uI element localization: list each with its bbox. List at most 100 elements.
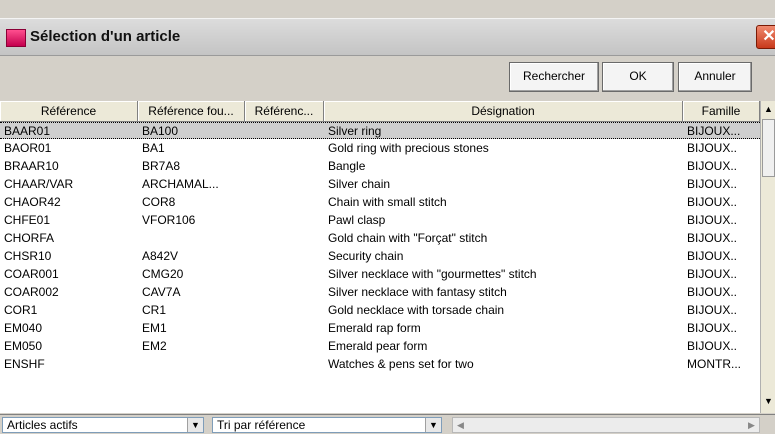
sort-select[interactable]: Tri par référence ▼ [212, 417, 442, 433]
window-title: Sélection d'un article [30, 28, 181, 45]
cell-family: BIJOUX.. [687, 213, 738, 227]
cell-family: BIJOUX.. [687, 339, 738, 353]
table-row[interactable]: BRAAR10 BR7A8 Bangle BIJOUX.. [0, 158, 760, 175]
cell-supplier-reference: ARCHAMAL... [142, 177, 219, 191]
scroll-thumb[interactable] [762, 119, 775, 177]
ok-button[interactable]: OK [602, 62, 674, 92]
cell-reference: EM040 [4, 321, 43, 335]
scroll-left-icon[interactable]: ◀ [453, 418, 468, 432]
cell-designation: Watches & pens set for two [328, 357, 474, 371]
cell-reference-extra [245, 123, 323, 140]
chevron-down-icon[interactable]: ▼ [425, 418, 441, 432]
table-row[interactable]: EM040 EM1 Emerald rap form BIJOUX.. [0, 320, 760, 337]
articles-table: Référence Référence fou... Référenc... D… [0, 101, 760, 413]
cell-reference-extra [245, 194, 323, 211]
cell-designation: Pawl clasp [328, 213, 386, 227]
cell-designation: Silver necklace with fantasy stitch [328, 285, 507, 299]
search-button[interactable]: Rechercher [509, 62, 599, 92]
table-row[interactable]: COAR002 CAV7A Silver necklace with fantasy… [0, 284, 760, 301]
cell-reference-extra [245, 158, 323, 175]
cell-supplier-reference: A842V [142, 249, 179, 263]
vertical-scrollbar[interactable]: ▲ ▼ [760, 101, 775, 413]
cell-reference-extra [245, 248, 323, 265]
cell-reference: ENSHF [4, 357, 45, 371]
table-row[interactable]: COR1 CR1 Gold necklace with torsade chain B… [0, 302, 760, 319]
cell-reference: COAR002 [4, 285, 59, 299]
table-row[interactable]: CHFE01 VFOR106 Pawl clasp BIJOUX.. [0, 212, 760, 229]
cell-designation: Silver chain [328, 177, 391, 191]
cell-family: BIJOUX.. [687, 321, 738, 335]
table-row[interactable]: COAR001 CMG20 Silver necklace with "gourme… [0, 266, 760, 283]
title-bar: Sélection d'un article ✕ [0, 18, 775, 56]
cell-reference: COR1 [4, 303, 38, 317]
cell-reference-extra [245, 176, 323, 193]
cell-family: MONTR... [687, 357, 741, 371]
cell-supplier-reference: BA100 [142, 124, 179, 138]
cell-reference-extra [245, 266, 323, 283]
cell-supplier-reference: COR8 [142, 195, 176, 209]
cell-reference-extra [245, 356, 323, 373]
cell-reference-extra [245, 338, 323, 355]
table-row[interactable]: CHAOR42 COR8 Chain with small stitch BIJOUX… [0, 194, 760, 211]
cell-family: BIJOUX.. [687, 303, 738, 317]
cell-family: BIJOUX.. [687, 141, 738, 155]
article-selection-dialog: Sélection d'un article ✕ Rechercher OK A… [0, 0, 775, 434]
cell-designation: Gold necklace with torsade chain [328, 303, 505, 317]
filter-select-value: Articles actifs [7, 418, 78, 432]
cell-family: BIJOUX.. [687, 249, 738, 263]
cell-designation: Gold ring with precious stones [328, 141, 489, 155]
chevron-down-icon[interactable]: ▼ [187, 418, 203, 432]
cell-designation: Security chain [328, 249, 404, 263]
cell-designation: Chain with small stitch [328, 195, 447, 209]
cell-reference: COAR001 [4, 267, 59, 281]
column-header-designation[interactable]: Désignation [324, 101, 683, 121]
table-row[interactable]: BAOR01 BA1 Gold ring with precious stones B… [0, 140, 760, 157]
cell-supplier-reference [138, 356, 244, 373]
scroll-down-icon[interactable]: ▼ [761, 393, 775, 409]
close-button[interactable]: ✕ [756, 25, 775, 49]
filter-select[interactable]: Articles actifs ▼ [2, 417, 204, 433]
column-header-reference-extra[interactable]: Référenc... [245, 101, 324, 121]
table-header: Référence Référence fou... Référenc... D… [0, 101, 760, 122]
app-icon [6, 29, 26, 47]
table-row[interactable]: CHSR10 A842V Security chain BIJOUX.. [0, 248, 760, 265]
horizontal-scrollbar[interactable]: ◀ ▶ [452, 417, 760, 433]
cell-reference: CHORFA [4, 231, 55, 245]
table-row[interactable]: EM050 EM2 Emerald pear form BIJOUX.. [0, 338, 760, 355]
cell-reference-extra [245, 230, 323, 247]
cell-reference-extra [245, 320, 323, 337]
column-header-supplier-reference[interactable]: Référence fou... [138, 101, 245, 121]
cell-reference: CHAOR42 [4, 195, 61, 209]
cell-reference-extra [245, 140, 323, 157]
cell-family: BIJOUX.. [687, 267, 738, 281]
cell-designation: Gold chain with "Forçat" stitch [328, 231, 488, 245]
cell-supplier-reference: BA1 [142, 141, 165, 155]
table-row[interactable]: ENSHF Watches & pens set for two MONTR... [0, 356, 760, 373]
cell-designation: Emerald pear form [328, 339, 428, 353]
cell-supplier-reference: EM2 [142, 339, 167, 353]
cell-reference: CHSR10 [4, 249, 52, 263]
column-header-family[interactable]: Famille [683, 101, 760, 121]
column-header-reference[interactable]: Référence [0, 101, 138, 121]
cell-supplier-reference [138, 230, 244, 247]
cell-family: BIJOUX.. [687, 231, 738, 245]
cell-designation: Bangle [328, 159, 366, 173]
scroll-right-icon[interactable]: ▶ [744, 418, 759, 432]
sort-select-value: Tri par référence [217, 418, 306, 432]
cell-supplier-reference: VFOR106 [142, 213, 196, 227]
cell-reference-extra [245, 302, 323, 319]
table-row[interactable]: CHORFA Gold chain with "Forçat" stitch BIJ… [0, 230, 760, 247]
toolbar: Rechercher OK Annuler [0, 56, 775, 98]
table-row[interactable]: CHAAR/VAR ARCHAMAL... Silver chain BIJOUX.. [0, 176, 760, 193]
cell-reference: CHFE01 [4, 213, 51, 227]
cell-family: BIJOUX.. [687, 159, 738, 173]
cell-designation: Silver ring [328, 124, 382, 138]
cell-supplier-reference: CR1 [142, 303, 167, 317]
cancel-button[interactable]: Annuler [678, 62, 752, 92]
cell-supplier-reference: CAV7A [142, 285, 181, 299]
cell-reference-extra [245, 212, 323, 229]
cell-reference: EM050 [4, 339, 43, 353]
scroll-up-icon[interactable]: ▲ [761, 101, 775, 117]
table-row[interactable]: BAAR01 BA100 Silver ring BIJOUX... [0, 122, 760, 139]
cell-supplier-reference: EM1 [142, 321, 167, 335]
